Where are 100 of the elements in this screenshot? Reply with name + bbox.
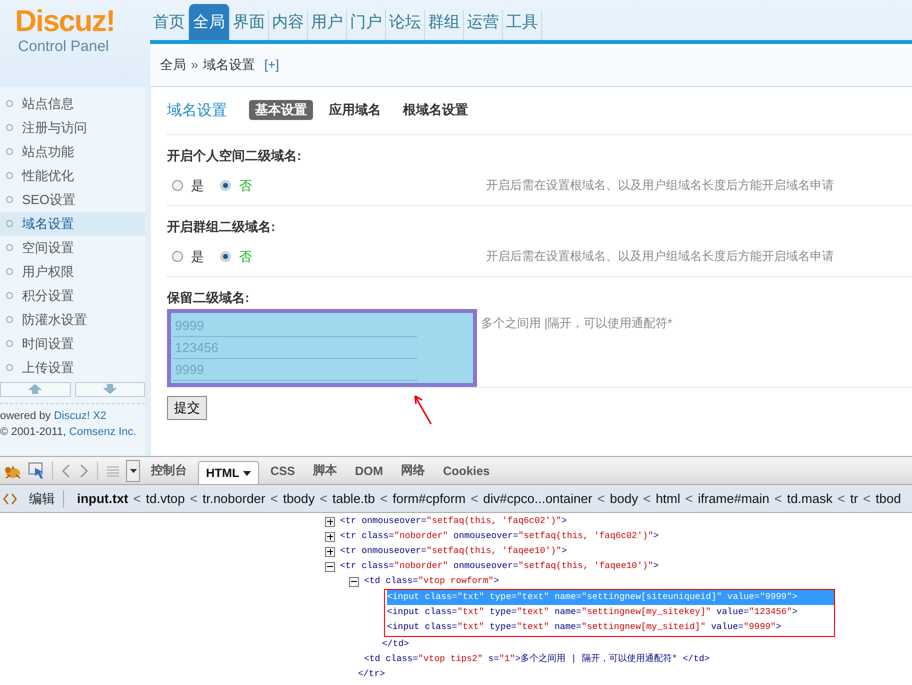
html-code-line[interactable]: <td class="vtop rowform"> <box>364 574 500 590</box>
element-path-item[interactable]: input.txt <box>77 491 128 506</box>
dropdown-button[interactable] <box>126 460 140 482</box>
sidebar-item[interactable]: 空间设置 <box>0 236 145 260</box>
sidebar-item[interactable]: 积分设置 <box>0 284 145 308</box>
devtools-tab[interactable]: 控制台 <box>144 458 194 484</box>
path-separator: < <box>597 491 605 506</box>
element-path-item[interactable]: td.mask <box>786 491 832 506</box>
setting-label: 保留二级域名: <box>167 288 250 307</box>
path-separator: < <box>320 491 328 506</box>
nav-tab[interactable]: 内容 <box>269 10 308 40</box>
html-code-line[interactable]: <tr onmouseover="setfaq(this, 'faq6c02')"> <box>340 514 567 530</box>
collapse-icon[interactable] <box>325 562 335 572</box>
breadcrumb-separator: » <box>191 57 198 72</box>
breadcrumb-item: 全局 <box>160 56 186 74</box>
path-separator: < <box>643 491 651 506</box>
powered-text: owered by <box>0 410 51 422</box>
element-path-item[interactable]: table.tb <box>332 491 376 506</box>
path-separator: < <box>837 491 846 506</box>
devtools-tab[interactable]: CSS <box>263 460 302 482</box>
element-path-item[interactable]: html <box>656 491 680 506</box>
element-path-item[interactable]: div#cpco...ontainer <box>483 491 592 506</box>
path-separator: < <box>133 491 141 506</box>
html-code-line[interactable]: </td> <box>382 637 410 652</box>
html-code-line[interactable]: <input class="txt" type="text" name="settingnew[my_siteid]" value="9999"> <box>387 620 782 636</box>
element-path-item[interactable]: iframe#main <box>698 491 770 506</box>
nav-tab[interactable]: 界面 <box>230 10 269 40</box>
comsenz-link[interactable]: Comsenz Inc. <box>69 426 136 438</box>
html-code-line[interactable]: <input class="txt" type="text" name="settingnew[my_sitekey]" value="123456"> <box>387 605 798 620</box>
path-separator: < <box>270 491 278 506</box>
sidebar-item[interactable]: 站点信息 <box>0 92 145 116</box>
down-arrow-icon <box>102 384 117 394</box>
path-separator: < <box>190 491 198 506</box>
html-code-line[interactable]: </tr> <box>358 667 386 682</box>
radio-button[interactable] <box>172 180 183 192</box>
sidebar-item[interactable]: 站点功能 <box>0 140 145 164</box>
setting-tip: 多个之间用 |隔开，可以使用通配符* <box>481 314 672 332</box>
logo-title: Discuz! <box>15 6 116 38</box>
caret-icon <box>243 470 252 476</box>
sidebar-item[interactable]: SEO设置 <box>0 188 145 212</box>
nav-tab[interactable]: 门户 <box>347 10 386 40</box>
sidebar-item[interactable]: 时间设置 <box>0 332 145 356</box>
nav-tab[interactable]: 用户 <box>308 10 347 40</box>
add-shortcut-link[interactable]: [+] <box>264 57 280 72</box>
nav-tab[interactable]: 论坛 <box>386 10 425 40</box>
path-separator: < <box>774 491 782 506</box>
devtools-tab[interactable]: Cookies <box>436 460 497 482</box>
devtools-tab[interactable]: 脚本 <box>306 458 344 484</box>
submit-button[interactable]: 提交 <box>167 396 207 420</box>
devtools-tab[interactable]: DOM <box>348 460 390 482</box>
devtools-tab[interactable]: HTML <box>198 461 260 484</box>
element-path-item[interactable]: form#cpform <box>392 491 466 506</box>
html-code-line[interactable]: <td class="vtop tips2" s="1">多个之间用 | 隔开，可以使用通配符* </td> <box>364 652 710 668</box>
nav-tab[interactable]: 运营 <box>464 10 503 40</box>
setting-label: 开启群组二级域名: <box>167 218 276 236</box>
expand-icon[interactable] <box>325 532 335 542</box>
collapse-icon[interactable] <box>349 576 359 587</box>
path-separator: < <box>380 491 388 506</box>
radio-label: 是 <box>191 248 204 266</box>
element-path-item[interactable]: td.vtop <box>146 491 185 506</box>
setting-tip: 开启后需在设置根域名、以及用户组域名长度后方能开启域名申请 <box>486 248 834 266</box>
logo-subtitle: Control Panel <box>18 38 110 56</box>
radio-label: 否 <box>239 176 252 195</box>
settings-tab[interactable]: 根域名设置 <box>397 100 474 120</box>
expand-icon[interactable] <box>325 516 335 527</box>
settings-tab[interactable]: 基本设置 <box>249 100 313 120</box>
sidebar-item[interactable]: 性能优化 <box>0 164 145 188</box>
html-code-line[interactable]: <tr onmouseover="setfaq(this, 'faqee10')"> <box>340 544 567 560</box>
setting-label: 开启个人空间二级域名: <box>167 146 302 165</box>
inspect-icon[interactable] <box>28 462 46 480</box>
path-separator: < <box>863 491 871 506</box>
radio-button[interactable] <box>172 251 183 262</box>
radio-label: 否 <box>239 248 252 266</box>
radio-label: 是 <box>191 176 204 195</box>
nav-tab[interactable]: 工具 <box>503 10 542 40</box>
element-path-item[interactable]: tbod <box>876 491 901 506</box>
html-code-line[interactable]: <tr class="noborder" onmouseover="setfaq(this, 'faqee10')"> <box>340 559 659 574</box>
nav-tab[interactable]: 全局 <box>189 4 230 40</box>
expand-icon[interactable] <box>325 546 335 557</box>
edit-button[interactable]: 编辑 <box>29 490 64 508</box>
sidebar-item[interactable]: 防灌水设置 <box>0 308 145 332</box>
element-path-item[interactable]: tr.noborder <box>202 491 266 506</box>
discuz-link[interactable]: Discuz! X2 <box>54 410 106 422</box>
code-brackets-icon[interactable] <box>2 492 18 506</box>
sidebar-item[interactable]: 域名设置 <box>0 212 145 236</box>
sidebar-item[interactable]: 注册与访问 <box>0 116 145 140</box>
sidebar-item[interactable]: 用户权限 <box>0 260 145 284</box>
radio-button[interactable] <box>220 251 231 262</box>
caret-icon <box>130 468 136 473</box>
radio-button[interactable] <box>220 180 231 192</box>
nav-tab[interactable]: 群组 <box>425 10 464 40</box>
devtools-tab[interactable]: 网络 <box>394 458 432 484</box>
page-title: 域名设置 <box>167 100 227 120</box>
element-path-item[interactable]: tbody <box>282 491 315 506</box>
breadcrumb-item: 域名设置 <box>203 56 256 74</box>
settings-tab[interactable]: 应用域名 <box>323 100 387 120</box>
html-code-line[interactable]: <tr class="noborder" onmouseover="setfaq(this, 'faq6c02')"> <box>340 529 659 544</box>
sidebar-item[interactable]: 上传设置 <box>0 356 145 380</box>
element-path-item[interactable]: body <box>610 491 638 506</box>
element-path-item[interactable]: tr <box>850 491 858 506</box>
